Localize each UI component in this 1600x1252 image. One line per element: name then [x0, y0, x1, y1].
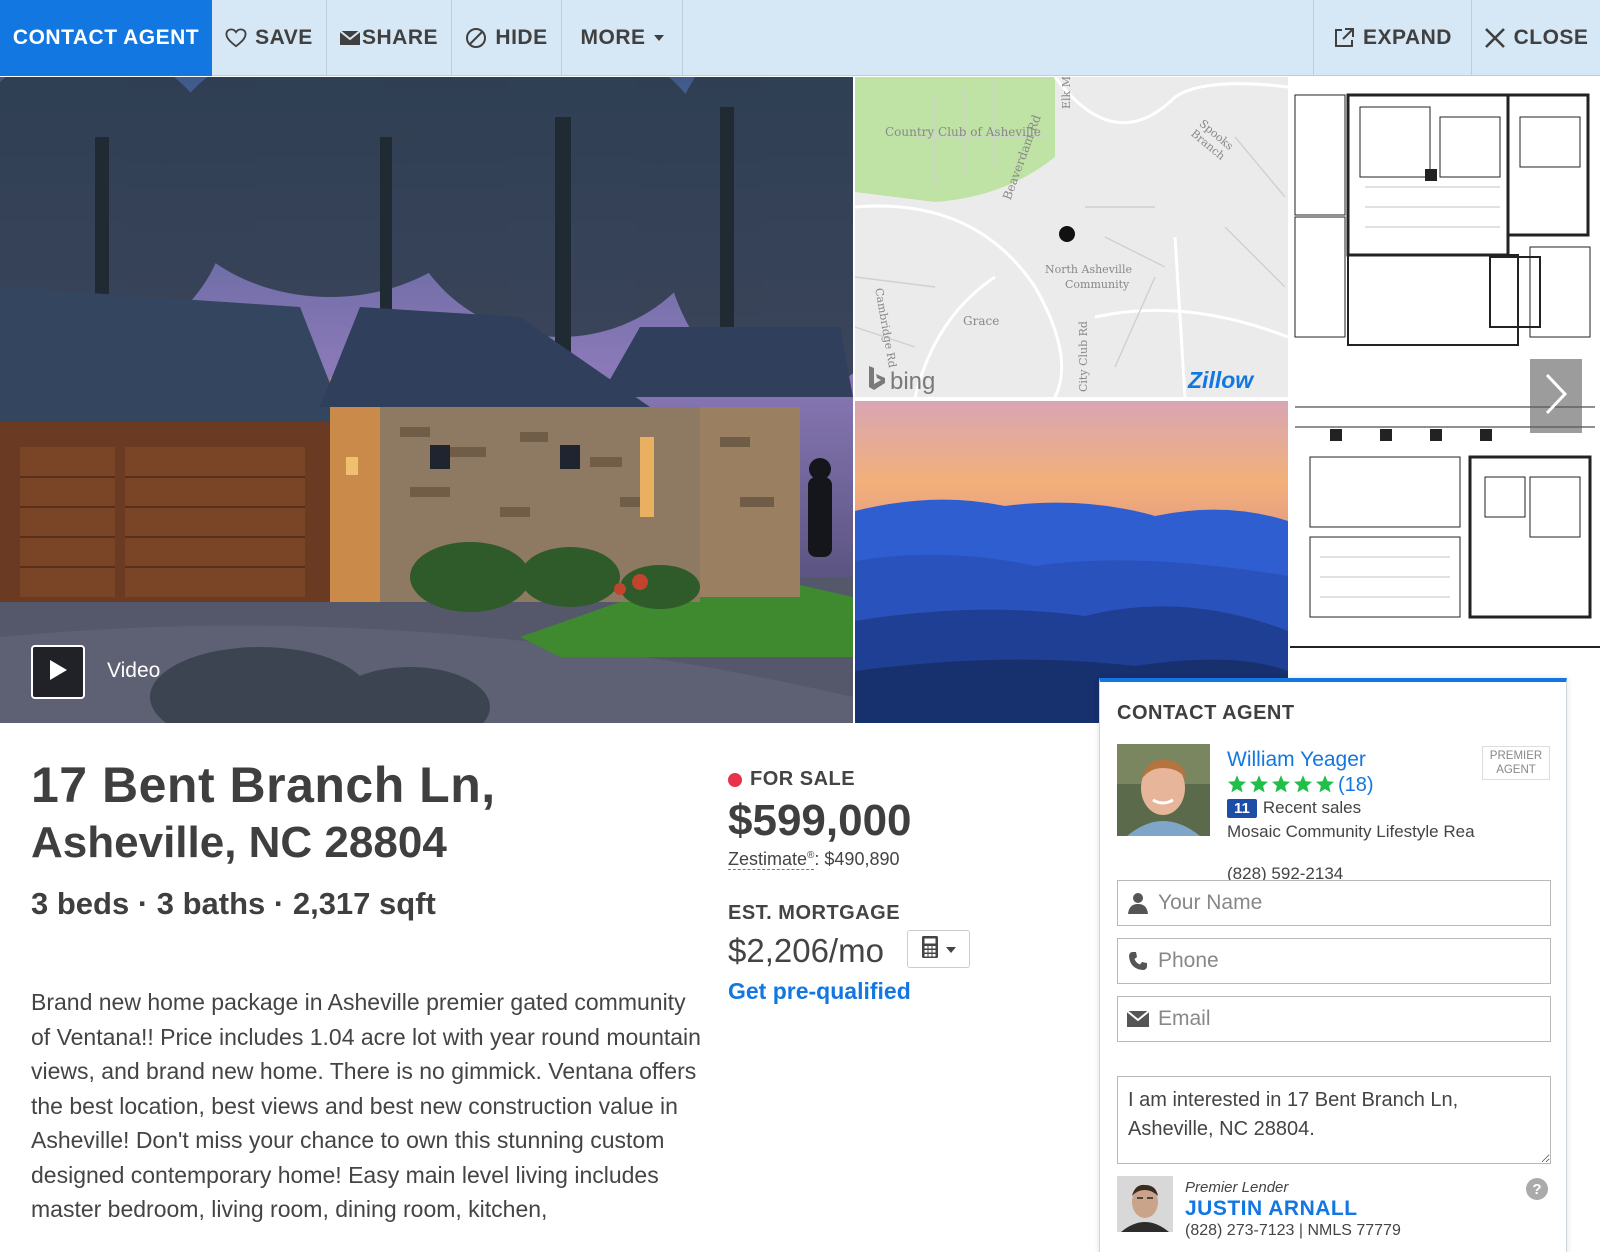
mortgage-label: EST. MORTGAGE: [728, 902, 901, 924]
contact-agent-button[interactable]: CONTACT AGENT: [0, 0, 212, 76]
map-label-community: Community: [1065, 278, 1130, 291]
play-video-button[interactable]: [31, 645, 85, 699]
close-icon: [1484, 27, 1506, 49]
external-link-icon: [1333, 27, 1355, 49]
phone-icon: [1118, 951, 1158, 971]
premier-badge-line1: PREMIER: [1489, 750, 1543, 762]
save-button[interactable]: SAVE: [212, 0, 327, 76]
listing-price: $599,000: [728, 796, 912, 845]
recent-sales-count: 11: [1227, 798, 1257, 818]
email-field[interactable]: [1117, 996, 1551, 1042]
zestimate-label[interactable]: Zestimate®: [728, 849, 815, 870]
expand-label: EXPAND: [1363, 26, 1452, 49]
premier-agent-badge: PREMIER AGENT: [1482, 746, 1550, 780]
play-icon: [49, 659, 67, 685]
prohibit-icon: [465, 27, 487, 49]
more-button[interactable]: MORE: [562, 0, 683, 76]
listing-description: Brand new home package in Asheville prem…: [31, 989, 701, 1222]
bing-icon: [868, 365, 886, 398]
user-icon: [1118, 892, 1158, 914]
lender-name-link[interactable]: JUSTIN ARNALL: [1185, 1197, 1358, 1221]
map-label-north-asheville: North Asheville: [1045, 263, 1132, 276]
agent-company: Mosaic Community Lifestyle Rea: [1227, 822, 1475, 841]
location-map[interactable]: Country Club of Asheville Beaverdam Rd N…: [855, 77, 1288, 397]
star-icon: [1228, 775, 1246, 793]
zestimate: Zestimate®: $490,890: [728, 849, 899, 870]
recent-sales-label: Recent sales: [1262, 798, 1362, 817]
star-icon: [1272, 775, 1290, 793]
zillow-logo: Zillow: [1188, 367, 1253, 394]
agent-rating-stars: [1227, 774, 1335, 794]
listing-toolbar: CONTACT AGENT SAVE SHARE HIDE MORE EXPAN…: [0, 0, 1600, 76]
name-field[interactable]: [1117, 880, 1551, 926]
phone-input[interactable]: [1158, 949, 1538, 973]
email-input[interactable]: [1158, 1007, 1538, 1031]
status-dot-icon: [728, 772, 742, 787]
zillow-text: Zillow: [1188, 367, 1254, 393]
more-label: MORE: [580, 26, 646, 49]
phone-field[interactable]: [1117, 938, 1551, 984]
contact-agent-panel: CONTACT AGENT William Yeager PREMIER AGE…: [1099, 678, 1567, 1252]
caret-down-icon: [653, 35, 664, 41]
agent-avatar[interactable]: [1117, 744, 1210, 836]
star-icon: [1294, 775, 1312, 793]
address-line-1: 17 Bent Branch Ln,: [31, 757, 496, 813]
mortgage-value: $2,206/mo: [728, 932, 884, 969]
hide-label: HIDE: [495, 26, 548, 49]
address-line-2: Asheville, NC 28804: [31, 818, 447, 867]
bing-text: bing: [890, 367, 936, 395]
recent-sales: 11 Recent sales: [1227, 798, 1361, 818]
save-label: SAVE: [255, 26, 313, 49]
photo-gallery: Video Country Club of Asheville Beaverda…: [0, 77, 1600, 723]
star-icon: [1316, 775, 1334, 793]
share-button[interactable]: SHARE: [327, 0, 452, 76]
calculator-icon: [921, 935, 938, 963]
hide-button[interactable]: HIDE: [452, 0, 562, 76]
agent-reviews-link[interactable]: (18): [1338, 774, 1374, 797]
lender-role: Premier Lender: [1185, 1179, 1289, 1196]
help-icon[interactable]: ?: [1526, 1178, 1548, 1200]
expand-button[interactable]: EXPAND: [1313, 0, 1471, 76]
message-textarea[interactable]: I am interested in 17 Bent Branch Ln, As…: [1117, 1076, 1551, 1164]
agent-name-link[interactable]: William Yeager: [1227, 748, 1366, 772]
envelope-icon: [339, 31, 360, 45]
listing-status: FOR SALE: [728, 768, 855, 791]
lender-avatar[interactable]: [1117, 1176, 1173, 1232]
mountain-view-photo[interactable]: [855, 401, 1288, 723]
close-label: CLOSE: [1513, 26, 1589, 49]
chevron-right-icon: [1544, 372, 1568, 421]
get-prequalified-link[interactable]: Get pre-qualified: [728, 978, 911, 1005]
map-label-grace: Grace: [963, 314, 1000, 328]
name-input[interactable]: [1158, 891, 1538, 915]
lender-info: (828) 273-7123 | NMLS 77779: [1185, 1222, 1401, 1239]
close-button[interactable]: CLOSE: [1471, 0, 1600, 76]
zestimate-value: : $490,890: [814, 849, 900, 869]
status-label: FOR SALE: [750, 768, 856, 790]
share-label: SHARE: [361, 26, 438, 49]
premier-badge-line2: AGENT: [1496, 764, 1536, 776]
main-house-photo[interactable]: [0, 77, 853, 723]
bing-logo: bing: [868, 365, 935, 398]
map-label-city-club: City Club Rd: [1077, 321, 1090, 392]
next-photo-button[interactable]: [1530, 359, 1582, 433]
video-label: Video: [107, 659, 161, 682]
contact-agent-label: CONTACT AGENT: [12, 26, 200, 49]
envelope-icon: [1118, 1011, 1158, 1027]
mortgage-calculator-button[interactable]: [907, 930, 970, 968]
map-label-country-club: Country Club of Asheville: [885, 125, 1041, 139]
zestimate-label-text: Zestimate: [728, 849, 808, 869]
home-facts: 3 beds · 3 baths · 2,317 sqft: [31, 886, 436, 921]
caret-down-icon: [945, 940, 956, 958]
star-icon: [1250, 775, 1268, 793]
map-label-elk: Elk M: [1060, 77, 1073, 109]
panel-title: CONTACT AGENT: [1117, 702, 1295, 724]
heart-icon: [225, 28, 247, 48]
